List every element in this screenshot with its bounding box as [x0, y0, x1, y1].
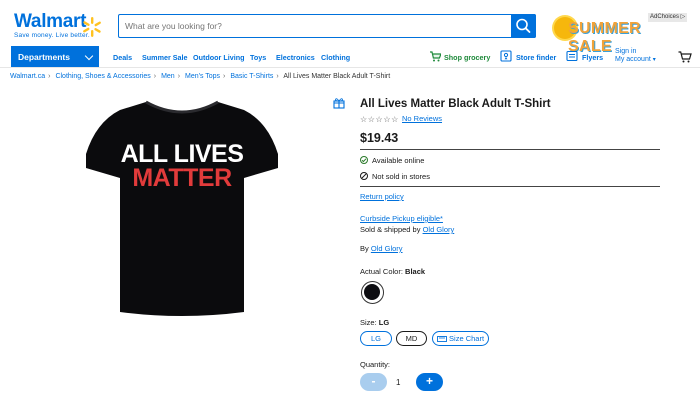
availability-store: Not sold in stores — [360, 172, 430, 181]
breadcrumb: Walmart.ca › Clothing, Shoes & Accessorie… — [10, 73, 391, 80]
color-value: Black — [405, 267, 426, 276]
divider — [360, 149, 660, 150]
availability-online: Available online — [360, 156, 424, 165]
nav-link-electronics[interactable]: Electronics — [276, 53, 315, 62]
color-label-text: Actual Color: — [360, 267, 403, 276]
rating-stars: ☆☆☆☆☆ — [360, 115, 399, 124]
size-option-md[interactable]: MD — [396, 331, 427, 346]
brand-link[interactable]: Old Glory — [371, 244, 403, 253]
departments-button[interactable]: Departments — [11, 46, 99, 67]
seller-link[interactable]: Old Glory — [423, 225, 455, 234]
size-chart-label: Size Chart — [449, 334, 485, 343]
main-nav: Departments Deals Summer Sale Outdoor Li… — [0, 46, 700, 68]
checkmark-icon — [360, 156, 368, 164]
brand-line: By Old Glory — [360, 244, 403, 253]
breadcrumb-link-men[interactable]: Men — [161, 73, 175, 80]
nav-link-clothing[interactable]: Clothing — [321, 53, 350, 62]
not-available-icon — [360, 172, 368, 180]
size-option-lg[interactable]: LG — [360, 331, 392, 346]
search-bar — [118, 14, 536, 38]
departments-label: Departments — [18, 52, 70, 62]
breadcrumb-link-walmart[interactable]: Walmart.ca — [10, 73, 45, 80]
flyers-link[interactable]: Flyers — [582, 53, 603, 62]
product-image[interactable]: ALL LIVES MATTER — [84, 98, 280, 320]
sold-by-prefix: Sold & shipped by — [360, 225, 421, 234]
size-label: Size: LG — [360, 318, 389, 327]
gift-icon[interactable] — [333, 97, 345, 109]
shirt-text-line2: MATTER — [132, 164, 232, 192]
signin-label: Sign in — [615, 48, 637, 55]
availability-online-text: Available online — [372, 156, 425, 165]
quantity-label: Quantity: — [360, 360, 391, 369]
product-price: $19.43 — [360, 131, 399, 145]
grocery-cart-icon — [430, 51, 441, 62]
flyers-icon — [566, 50, 578, 62]
brand-prefix: By — [360, 244, 369, 253]
quantity-increase-button[interactable]: + — [416, 373, 443, 391]
shop-grocery-link[interactable]: Shop grocery — [444, 53, 490, 62]
chevron-down-icon: ▾ — [652, 57, 656, 63]
breadcrumb-current: All Lives Matter Black Adult T-Shirt — [283, 73, 391, 80]
my-account-label: My account ▾ — [615, 56, 656, 63]
store-finder-icon — [500, 50, 512, 62]
nav-link-deals[interactable]: Deals — [113, 53, 132, 62]
product-title: All Lives Matter Black Adult T-Shirt — [360, 98, 551, 110]
reviews-link[interactable]: No Reviews — [402, 114, 442, 123]
quantity-value: 1 — [396, 378, 401, 387]
ruler-icon — [436, 335, 447, 342]
nav-link-summer-sale[interactable]: Summer Sale — [142, 53, 188, 62]
logo-tagline: Save money. Live better. — [14, 32, 90, 39]
breadcrumb-link-mens-tops[interactable]: Men's Tops — [185, 73, 220, 80]
swatch-color — [364, 284, 380, 300]
breadcrumb-link-clothing[interactable]: Clothing, Shoes & Accessories — [55, 73, 150, 80]
walmart-logo[interactable]: Walmart Save money. Live better. — [14, 12, 90, 40]
tshirt-graphic — [86, 100, 278, 316]
search-button[interactable] — [511, 14, 536, 38]
nav-link-toys[interactable]: Toys — [250, 53, 266, 62]
walmart-spark-icon — [83, 17, 101, 37]
adchoices-badge[interactable]: AdChoices ▷ — [648, 13, 688, 22]
nav-link-outdoor-living[interactable]: Outdoor Living — [193, 53, 245, 62]
logo-wordmark: Walmart — [14, 11, 87, 32]
chevron-down-icon — [84, 51, 94, 61]
sold-by: Sold & shipped by Old Glory — [360, 225, 454, 234]
size-value: LG — [378, 318, 390, 327]
cart-icon[interactable] — [678, 51, 692, 63]
search-icon — [516, 18, 531, 33]
store-finder-link[interactable]: Store finder — [516, 53, 556, 62]
color-swatch-black[interactable] — [361, 281, 384, 304]
search-input[interactable] — [125, 18, 505, 34]
account-menu[interactable]: Sign in My account ▾ — [615, 48, 656, 64]
return-policy-link[interactable]: Return policy — [360, 192, 404, 201]
adchoices-label: AdChoices — [650, 14, 680, 20]
size-chart-button[interactable]: Size Chart — [432, 331, 489, 346]
size-label-text: Size: — [360, 318, 377, 327]
divider — [360, 186, 660, 187]
breadcrumb-link-basic-tshirts[interactable]: Basic T-Shirts — [230, 73, 273, 80]
availability-store-text: Not sold in stores — [372, 172, 430, 181]
quantity-decrease-button[interactable]: - — [360, 373, 387, 391]
curbside-pickup-link[interactable]: Curbside Pickup eligible* — [360, 214, 443, 223]
site-header: Walmart Save money. Live better. SUMMER … — [0, 0, 700, 55]
color-label: Actual Color: Black — [360, 267, 425, 276]
